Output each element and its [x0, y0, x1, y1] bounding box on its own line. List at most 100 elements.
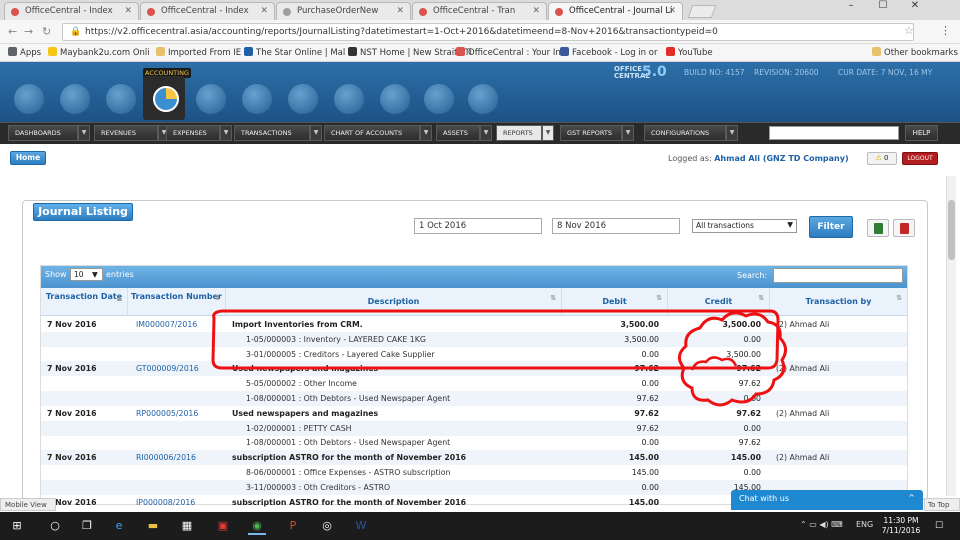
document-icon[interactable]: [196, 84, 226, 114]
bookmark-item[interactable]: The Star Online | Mal: [244, 47, 345, 58]
chevron-down-icon[interactable]: ▼: [420, 125, 432, 141]
transaction-type-select[interactable]: All transactions ▼: [692, 219, 797, 233]
sort-icon[interactable]: ▲: [117, 294, 122, 303]
back-arrow-icon[interactable]: ←: [8, 25, 17, 38]
url-input[interactable]: 🔒 https://v2.officecentral.asia/accounti…: [62, 23, 914, 41]
mail-icon[interactable]: [106, 84, 136, 114]
media-player-icon[interactable]: ◎: [318, 517, 336, 535]
column-header[interactable]: Debit ⇅: [562, 288, 668, 316]
chevron-down-icon[interactable]: ▼: [78, 125, 90, 141]
sort-icon[interactable]: ⇅: [656, 294, 662, 303]
menu-configurations[interactable]: CONFIGURATIONS: [644, 125, 726, 141]
box-icon[interactable]: [468, 84, 498, 114]
browser-tab-active[interactable]: OfficeCentral - Journal Li ✕: [548, 2, 683, 20]
menu-dashboards[interactable]: DASHBOARDS: [8, 125, 78, 141]
cell-transaction-number[interactable]: IM000007/2016: [136, 320, 224, 329]
notification-button[interactable]: ⚠ 0: [867, 152, 897, 165]
home-button[interactable]: Home: [10, 151, 46, 165]
forward-arrow-icon[interactable]: →: [24, 25, 33, 38]
export-excel-button[interactable]: [867, 219, 889, 237]
close-tab-icon[interactable]: ✕: [532, 6, 540, 16]
browser-tab[interactable]: OfficeCentral - Index ✕: [140, 2, 275, 20]
sort-icon[interactable]: ⇅: [550, 294, 556, 303]
menu-chart-of-accounts[interactable]: CHART OF ACCOUNTS: [324, 125, 420, 141]
bookmark-item[interactable]: Apps: [8, 47, 41, 58]
windows-start-icon[interactable]: ⊞: [8, 517, 26, 535]
menu-revenues[interactable]: REVENUES: [94, 125, 158, 141]
column-header[interactable]: Credit ⇅: [668, 288, 770, 316]
close-tab-icon[interactable]: ✕: [260, 6, 268, 16]
word-icon[interactable]: W: [352, 517, 370, 535]
close-window-button[interactable]: ✕: [900, 0, 930, 18]
taskbar-clock[interactable]: 11:30 PM 7/11/2016: [880, 516, 922, 536]
bookmark-item[interactable]: OfficeCentral : Your In: [456, 47, 561, 58]
scrollbar-thumb[interactable]: [948, 200, 955, 260]
menu-expenses[interactable]: EXPENSES: [166, 125, 220, 141]
chevron-down-icon[interactable]: ▼: [622, 125, 634, 141]
menu-search-input[interactable]: [769, 126, 899, 140]
entries-select[interactable]: 10 ▼: [70, 268, 103, 281]
chrome-icon[interactable]: ◉: [248, 517, 266, 535]
close-tab-icon[interactable]: ✕: [124, 6, 132, 16]
bookmark-item[interactable]: Other bookmarks: [872, 47, 958, 58]
new-tab-button[interactable]: [687, 5, 717, 18]
user-icon[interactable]: [60, 84, 90, 114]
file-explorer-icon[interactable]: ▬: [144, 517, 162, 535]
cell-transaction-number[interactable]: GT000009/2016: [136, 364, 224, 373]
inbox-icon[interactable]: [334, 84, 364, 114]
report-icon[interactable]: [424, 84, 454, 114]
bookmark-star-icon[interactable]: ☆: [904, 24, 914, 37]
table-search-input[interactable]: [773, 268, 903, 283]
chat-icon[interactable]: [288, 84, 318, 114]
column-header[interactable]: Transaction by ⇅: [770, 288, 907, 316]
mobile-view-link[interactable]: Mobile View: [0, 498, 56, 511]
chevron-up-icon[interactable]: ^: [908, 493, 915, 502]
menu-assets[interactable]: ASSETS: [436, 125, 480, 141]
search-circle-icon[interactable]: ○: [46, 517, 64, 535]
filter-button[interactable]: Filter: [809, 216, 853, 238]
browser-tab[interactable]: PurchaseOrderNew ✕: [276, 2, 411, 20]
minimize-button[interactable]: –: [836, 0, 866, 18]
export-pdf-button[interactable]: [893, 219, 915, 237]
chevron-down-icon[interactable]: ▼: [480, 125, 492, 141]
column-header[interactable]: Transaction Date ▲: [41, 288, 128, 316]
phone-icon[interactable]: [242, 84, 272, 114]
language-indicator[interactable]: ENG: [856, 520, 873, 529]
bookmark-item[interactable]: Imported From IE: [156, 47, 241, 58]
bookmark-item[interactable]: Maybank2u.com Onli: [48, 47, 150, 58]
monitor-icon[interactable]: [14, 84, 44, 114]
store-icon[interactable]: ▦: [178, 517, 196, 535]
close-tab-icon[interactable]: ✕: [396, 6, 404, 16]
chevron-down-icon[interactable]: ▼: [310, 125, 322, 141]
menu-transactions[interactable]: TRANSACTIONS: [234, 125, 310, 141]
cell-transaction-number[interactable]: RP000005/2016: [136, 409, 224, 418]
sort-icon[interactable]: ⇅: [214, 294, 220, 303]
browser-tab[interactable]: OfficeCentral - Index ✕: [4, 2, 139, 20]
chat-widget[interactable]: Chat with us ^: [731, 490, 923, 510]
task-view-icon[interactable]: ❐: [78, 517, 96, 535]
pdf-reader-icon[interactable]: ▣: [214, 517, 232, 535]
edge-browser-icon[interactable]: e: [110, 517, 128, 535]
info-icon[interactable]: [380, 84, 410, 114]
reload-icon[interactable]: ↻: [42, 25, 51, 38]
menu-gst-reports[interactable]: GST REPORTS: [560, 125, 622, 141]
date-from-input[interactable]: 1 Oct 2016: [414, 218, 542, 234]
cell-transaction-number[interactable]: RI000006/2016: [136, 453, 224, 462]
date-to-input[interactable]: 8 Nov 2016: [552, 218, 680, 234]
browser-menu-icon[interactable]: ⋮: [940, 24, 951, 37]
sort-icon[interactable]: ⇅: [758, 294, 764, 303]
bookmark-item[interactable]: NST Home | New Straits Ti: [348, 47, 472, 58]
browser-tab[interactable]: OfficeCentral - Tran ✕: [412, 2, 547, 20]
to-top-button[interactable]: To Top: [924, 498, 960, 511]
cell-transaction-number[interactable]: IP000008/2016: [136, 498, 224, 507]
bookmark-item[interactable]: Facebook - Log in or: [560, 47, 657, 58]
logout-button[interactable]: LOGOUT: [902, 152, 938, 165]
column-header[interactable]: Description ⇅: [226, 288, 562, 316]
chevron-down-icon[interactable]: ▼: [726, 125, 738, 141]
chevron-down-icon[interactable]: ▼: [220, 125, 232, 141]
tray-icons[interactable]: ⌃ ▭ ◀) ⌨: [800, 520, 843, 529]
notification-center-icon[interactable]: ☐: [930, 517, 948, 535]
menu-reports[interactable]: REPORTS: [496, 125, 542, 141]
column-header[interactable]: Transaction Number ⇅: [128, 288, 226, 316]
maximize-button[interactable]: ☐: [868, 0, 898, 18]
